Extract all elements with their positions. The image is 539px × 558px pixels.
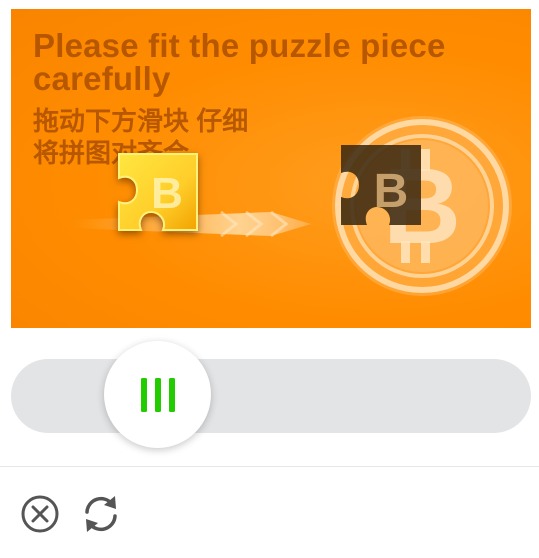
svg-text:B: B <box>151 169 183 218</box>
footer-divider <box>0 466 539 467</box>
close-button[interactable] <box>16 490 64 538</box>
puzzle-target-hole: B <box>341 145 421 225</box>
puzzle-piece[interactable]: B <box>113 144 205 236</box>
refresh-button[interactable] <box>77 490 125 538</box>
refresh-icon <box>85 496 117 532</box>
captcha-image: Please fit the puzzle piece carefully 拖动… <box>11 9 531 328</box>
grip-bars-icon <box>140 377 175 412</box>
captcha-instruction-en: Please fit the puzzle piece carefully <box>33 27 446 97</box>
svg-text:B: B <box>374 165 409 218</box>
slider-handle[interactable] <box>104 341 211 448</box>
close-circle-icon <box>21 495 59 533</box>
slider-track[interactable] <box>11 359 531 433</box>
